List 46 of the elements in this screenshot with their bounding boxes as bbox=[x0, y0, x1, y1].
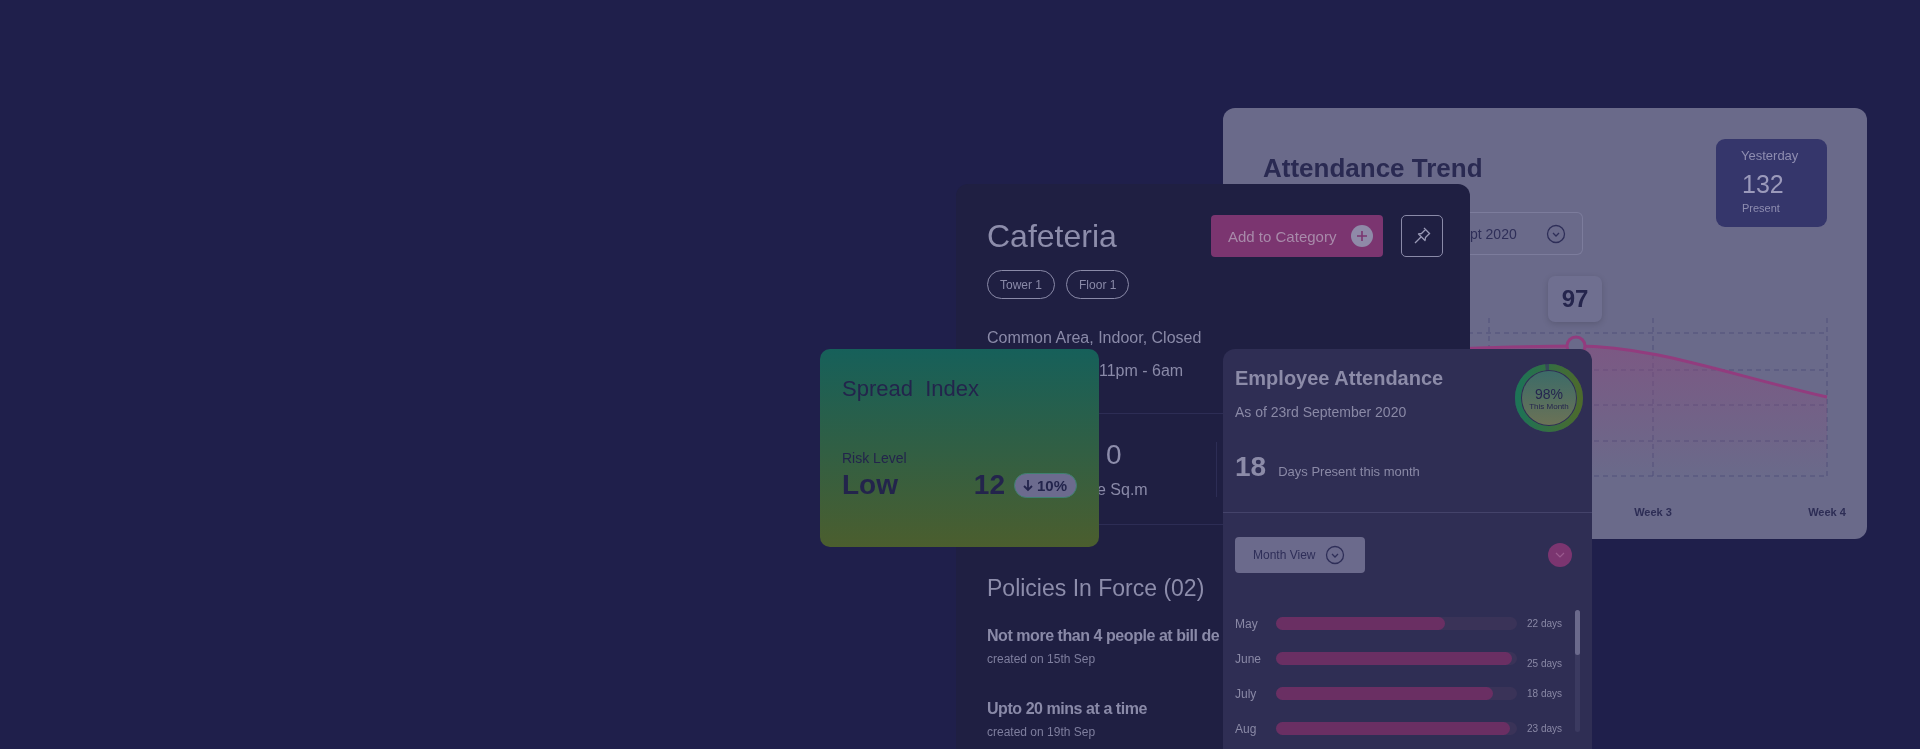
stat-value: 132 bbox=[1742, 170, 1784, 199]
card-subtitle: As of 23rd September 2020 bbox=[1235, 404, 1408, 420]
card-title: Spread Index bbox=[842, 376, 980, 402]
policy-title: Not more than 4 people at bill de bbox=[987, 627, 1220, 645]
axis-label: Week 4 bbox=[1808, 506, 1846, 518]
stat-label: Yesterday bbox=[1741, 148, 1799, 163]
risk-label: Risk Level bbox=[842, 450, 908, 466]
pin-button[interactable] bbox=[1401, 215, 1443, 257]
chevron-down-icon bbox=[1325, 545, 1345, 565]
timing-text: 11pm - 6am bbox=[1099, 362, 1184, 380]
month-label: June bbox=[1235, 651, 1263, 666]
score-value: 12 bbox=[973, 469, 1005, 501]
expand-button[interactable] bbox=[1548, 543, 1572, 567]
days-value: 25 days bbox=[1527, 657, 1564, 669]
month-label: May bbox=[1235, 616, 1259, 631]
value-tooltip: 97 bbox=[1548, 276, 1602, 322]
section-heading: Policies In Force (02) bbox=[987, 575, 1206, 602]
axis-label: Week 3 bbox=[1634, 506, 1672, 518]
area-details: Common Area, Indoor, Closed bbox=[987, 329, 1203, 347]
card-title: Attendance Trend bbox=[1263, 153, 1483, 185]
month-label: July bbox=[1235, 686, 1258, 701]
days-count: 18 bbox=[1235, 451, 1267, 483]
policy-title: Upto 20 mins at a time bbox=[987, 700, 1147, 718]
policy-date: created on 19th Sep bbox=[987, 725, 1096, 739]
days-value: 22 days bbox=[1527, 618, 1564, 629]
month-label: Aug bbox=[1235, 721, 1258, 736]
card-title: Cafeteria bbox=[987, 218, 1118, 255]
days-label: Days Present this month bbox=[1278, 464, 1420, 479]
days-value: 23 days bbox=[1527, 723, 1564, 734]
days-value: 18 days bbox=[1527, 688, 1564, 699]
risk-value: Low bbox=[842, 469, 899, 501]
change-badge: 10% bbox=[1013, 472, 1077, 498]
add-to-category-button[interactable]: Add to Category bbox=[1211, 215, 1383, 257]
ring-center bbox=[1522, 371, 1576, 425]
stat-value: 0 bbox=[1106, 439, 1123, 471]
card-title: Employee Attendance bbox=[1235, 367, 1444, 390]
view-dropdown[interactable]: Month View bbox=[1235, 537, 1365, 573]
scrollbar[interactable] bbox=[1575, 610, 1580, 732]
ring-value: 98% bbox=[1535, 385, 1563, 402]
stat-caption: Present bbox=[1742, 202, 1780, 214]
arrow-down-icon bbox=[1021, 478, 1034, 492]
policy-date: created on 15th Sep bbox=[987, 652, 1096, 666]
plus-icon bbox=[1351, 225, 1373, 247]
chevron-down-icon bbox=[1555, 552, 1565, 558]
chevron-down-icon bbox=[1546, 223, 1566, 244]
ring-caption: This Month bbox=[1529, 401, 1569, 411]
